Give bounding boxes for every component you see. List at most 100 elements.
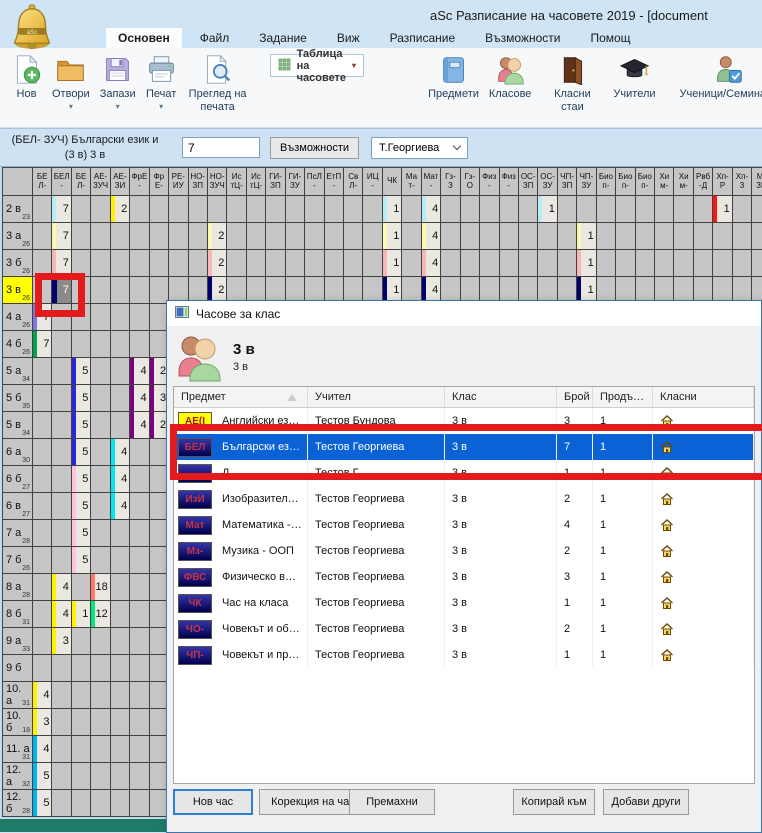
grid-cell[interactable] <box>286 250 305 277</box>
grid-cell[interactable] <box>91 763 110 790</box>
grid-cell[interactable] <box>130 628 149 655</box>
grid-cell[interactable]: 4 <box>130 358 149 385</box>
grid-cell[interactable] <box>286 223 305 250</box>
grid-cell[interactable] <box>52 790 71 817</box>
grid-cell[interactable] <box>558 250 577 277</box>
grid-cell[interactable] <box>111 358 130 385</box>
grid-cell[interactable] <box>500 196 519 223</box>
grid-cell[interactable] <box>130 601 149 628</box>
grid-cell[interactable] <box>597 223 616 250</box>
grid-cell[interactable] <box>344 250 363 277</box>
grid-cell[interactable]: 5 <box>72 466 91 493</box>
grid-cell[interactable]: 4 <box>422 250 441 277</box>
grid-cell[interactable] <box>111 628 130 655</box>
column-header[interactable]: Биоп- <box>616 168 635 196</box>
grid-cell[interactable] <box>72 223 91 250</box>
grid-cell[interactable] <box>441 196 460 223</box>
grid-cell[interactable]: 3 <box>52 628 71 655</box>
row-label[interactable]: 6 а30 <box>3 439 33 466</box>
grid-cell[interactable] <box>33 628 52 655</box>
ribbon-button-classrooms[interactable]: Класни стаи <box>536 52 608 113</box>
grid-cell[interactable] <box>111 682 130 709</box>
grid-cell[interactable] <box>189 250 208 277</box>
lesson-count-input[interactable] <box>182 137 260 158</box>
ribbon-button-print-preview[interactable]: Преглед на печата <box>182 52 254 113</box>
grid-cell[interactable] <box>752 250 762 277</box>
column-header[interactable]: ЧП-ЗП <box>558 168 577 196</box>
grid-cell[interactable] <box>636 250 655 277</box>
grid-cell[interactable] <box>111 412 130 439</box>
grid-cell[interactable] <box>52 304 71 331</box>
column-header[interactable]: Хп-З <box>733 168 752 196</box>
grid-cell[interactable] <box>189 196 208 223</box>
grid-cell[interactable] <box>130 574 149 601</box>
ribbon-button-print[interactable]: Печат▾ <box>141 52 182 111</box>
grid-cell[interactable] <box>72 250 91 277</box>
grid-cell[interactable]: 7 <box>33 331 52 358</box>
table-column-header[interactable]: Брой <box>557 387 593 407</box>
grid-cell[interactable] <box>305 196 324 223</box>
grid-cell[interactable] <box>169 250 188 277</box>
options-button[interactable]: Възможности <box>270 137 359 159</box>
grid-cell[interactable]: 7 <box>52 277 71 304</box>
grid-cell[interactable] <box>130 493 149 520</box>
row-label[interactable]: 12. а32 <box>3 763 33 790</box>
row-label[interactable]: 10. а31 <box>3 682 33 709</box>
grid-cell[interactable] <box>713 250 732 277</box>
grid-cell[interactable]: 4 <box>52 601 71 628</box>
grid-cell[interactable] <box>130 304 149 331</box>
grid-cell[interactable]: 5 <box>72 439 91 466</box>
grid-cell[interactable] <box>480 223 499 250</box>
grid-cell[interactable] <box>72 331 91 358</box>
grid-cell[interactable] <box>247 223 266 250</box>
grid-cell[interactable] <box>130 736 149 763</box>
grid-cell[interactable]: 5 <box>72 358 91 385</box>
grid-cell[interactable] <box>130 682 149 709</box>
tab-osnoven[interactable]: Основен <box>106 28 182 48</box>
grid-cell[interactable] <box>33 520 52 547</box>
grid-cell[interactable] <box>91 493 110 520</box>
grid-cell[interactable] <box>33 493 52 520</box>
grid-cell[interactable]: 4 <box>130 385 149 412</box>
grid-cell[interactable] <box>33 196 52 223</box>
view-selector-dropdown[interactable]: Таблица на часовете▾ <box>270 54 364 77</box>
grid-cell[interactable] <box>130 250 149 277</box>
grid-cell[interactable] <box>72 574 91 601</box>
grid-cell[interactable]: 4 <box>111 466 130 493</box>
grid-cell[interactable] <box>227 196 246 223</box>
grid-cell[interactable]: 2 <box>208 250 227 277</box>
row-label[interactable]: 5 б35 <box>3 385 33 412</box>
column-header[interactable]: ЧК <box>383 168 402 196</box>
column-header[interactable]: ИстЦ- <box>227 168 246 196</box>
grid-cell[interactable] <box>91 466 110 493</box>
grid-cell[interactable] <box>674 196 693 223</box>
lesson-row[interactable]: Д…Тестов Г…3 в11 <box>174 460 754 486</box>
column-header[interactable]: ИстЦ- <box>247 168 266 196</box>
grid-cell[interactable] <box>130 196 149 223</box>
grid-cell[interactable] <box>91 709 110 736</box>
row-label[interactable]: 6 б27 <box>3 466 33 493</box>
grid-cell[interactable] <box>538 250 557 277</box>
grid-cell[interactable] <box>130 223 149 250</box>
grid-cell[interactable]: 7 <box>52 250 71 277</box>
grid-cell[interactable] <box>558 223 577 250</box>
grid-cell[interactable]: 1 <box>577 250 596 277</box>
grid-cell[interactable] <box>150 223 169 250</box>
grid-cell[interactable] <box>500 223 519 250</box>
grid-cell[interactable] <box>52 439 71 466</box>
column-header[interactable]: БЕЛ- <box>52 168 71 196</box>
grid-cell[interactable] <box>363 223 382 250</box>
copy-to-button[interactable]: Копирай към <box>513 789 595 815</box>
grid-cell[interactable] <box>33 358 52 385</box>
grid-cell[interactable] <box>519 196 538 223</box>
column-header[interactable]: ОС-ЗП <box>519 168 538 196</box>
grid-cell[interactable]: 1 <box>383 250 402 277</box>
grid-cell[interactable] <box>325 196 344 223</box>
grid-cell[interactable] <box>33 574 52 601</box>
lesson-row[interactable]: ИзИИзобразител…Тестов Георгиева3 в21 <box>174 486 754 512</box>
new-lesson-button[interactable]: Нов час <box>173 789 253 815</box>
grid-cell[interactable] <box>33 439 52 466</box>
grid-cell[interactable]: 4 <box>52 574 71 601</box>
ribbon-button-new[interactable]: Нов <box>6 52 47 101</box>
grid-cell[interactable] <box>558 196 577 223</box>
